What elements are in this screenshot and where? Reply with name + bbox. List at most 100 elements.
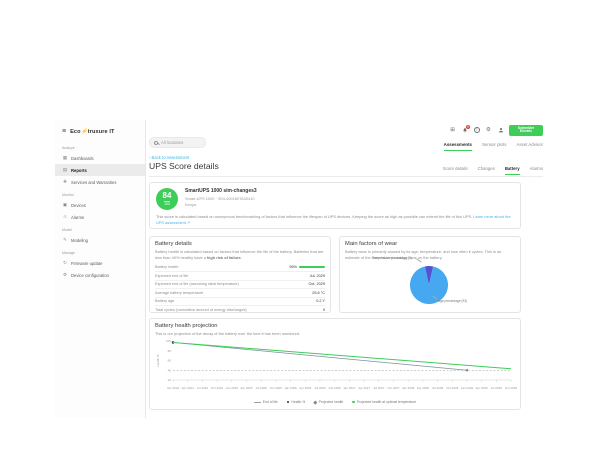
reports-icon: ▤ [62, 167, 68, 173]
battery-health-projection-card: Battery health projection This is our pr… [149, 318, 521, 410]
topbar-icons: ⊞ 9 ? ⚙ Schneider Electric [449, 125, 543, 136]
search-placeholder: All locations [161, 140, 183, 145]
svg-text:Jan 2029: Jan 2029 [461, 386, 474, 390]
tab-alarms[interactable]: Alarms [530, 166, 543, 175]
svg-text:Jan 2025: Jan 2025 [226, 386, 239, 390]
table-row: Expected end of life (assuming ideal tem… [155, 281, 325, 290]
device-model-serial: Smart-UPS 1000 · 3S4-000180TA00410 [185, 196, 257, 201]
brand-logo[interactable]: Eco⚡truxure IT [70, 129, 114, 135]
back-to-assessment-link[interactable]: ‹ Back to Assessment [149, 155, 189, 160]
legend-label: Projected health at optimal temperature [357, 400, 416, 404]
row-label: Average battery temperature [155, 291, 203, 295]
svg-text:Apr 2028: Apr 2028 [417, 386, 430, 390]
legend-marker-icon [287, 401, 290, 404]
svg-text:80: 80 [168, 349, 172, 353]
sidebar-group-analyze: Analyze [55, 141, 145, 152]
pie-label-temperature: Temperature percentage (7) [372, 256, 412, 260]
help-icon[interactable]: ? [473, 127, 480, 134]
svg-text:Oct 2026: Oct 2026 [329, 386, 342, 390]
tab-score-details[interactable]: Score details [443, 166, 468, 175]
series-projected-health [173, 343, 467, 371]
score-row: 84 100 SmartUPS 1000 sim-changes3 Smart-… [156, 188, 514, 210]
tab-battery[interactable]: Battery [505, 166, 520, 175]
location-search-input[interactable]: All locations [149, 137, 206, 148]
svg-text:Oct 2027: Oct 2027 [387, 386, 400, 390]
row-value: 0.2 Y [316, 299, 325, 303]
device-name: SmartUPS 1000 sim-changes3 [185, 188, 257, 194]
search-icon [154, 141, 158, 145]
legend-label: Health % [291, 400, 305, 404]
battery-health-value: 96% [289, 265, 297, 269]
battery-details-rows: Battery health 96% Expected end of life … [155, 263, 325, 314]
row-label: Expected end of life (assuming ideal tem… [155, 282, 239, 286]
chart-legend: End of life Health % Projected health Proje… [155, 400, 515, 404]
sidebar-item-modeling[interactable]: ✎ Modeling [55, 234, 145, 246]
alarms-icon: ⚠ [62, 214, 68, 220]
notifications-bell-icon[interactable]: 9 [461, 127, 468, 134]
battery-desc-bold: high risk of failure. [207, 255, 242, 260]
svg-text:100: 100 [166, 339, 171, 343]
notification-badge: 9 [466, 125, 470, 129]
legend-item-projected-health-at-optimal-temperature[interactable]: Projected health at optimal temperature [352, 400, 416, 404]
projection-description: This is our projection of the decay of t… [155, 331, 515, 337]
svg-text:Apr 2026: Apr 2026 [299, 386, 312, 390]
tab-changes[interactable]: Changes [478, 166, 495, 175]
user-avatar-icon[interactable] [497, 127, 504, 134]
apps-grid-icon[interactable]: ⊞ [449, 127, 456, 134]
legend-item-projected-health[interactable]: Projected health [314, 400, 343, 404]
header-divider [149, 176, 543, 177]
primary-tabs: Assessments Sensor plots Asset Advisor [444, 142, 543, 151]
battery-health-projection-chart[interactable]: Jan 2024Apr 2024Jul 2024Oct 2024Jan 2025… [155, 338, 517, 394]
tab-sensor-plots[interactable]: Sensor plots [482, 142, 506, 151]
secondary-tabs: Score details Changes Battery Alarms [443, 166, 543, 175]
sidebar-group-model: Model [55, 223, 145, 234]
row-value: 25.6 °C [312, 291, 325, 295]
svg-text:Jan 2027: Jan 2027 [343, 386, 356, 390]
brand-post: truxure IT [88, 129, 115, 135]
row-label: Total cycles (cumulative amount of energ… [155, 308, 247, 312]
wear-card-description: Battery wear is primarily caused by its … [345, 249, 515, 260]
legend-item-health-[interactable]: Health % [287, 400, 305, 404]
score-denominator: 100 [164, 201, 170, 207]
settings-gear-icon[interactable]: ⚙ [485, 127, 492, 134]
device-configuration-icon: ⚙ [62, 272, 68, 278]
svg-text:Jul 2027: Jul 2027 [373, 386, 385, 390]
modeling-icon: ✎ [62, 237, 68, 243]
wear-card-title: Main factors of wear [345, 241, 515, 247]
row-value: 96% [289, 265, 325, 269]
sidebar-item-label: Dashboards [71, 156, 94, 161]
table-row: Total cycles (cumulative amount of energ… [155, 306, 325, 314]
row-value: Oct, 2029 [309, 282, 325, 286]
device-info: SmartUPS 1000 sim-changes3 Smart-UPS 100… [185, 188, 257, 210]
legend-marker-icon [352, 401, 355, 404]
sidebar-item-services-warranties[interactable]: ❖ Services and Warranties [55, 176, 145, 188]
svg-text:Jul 2029: Jul 2029 [491, 386, 503, 390]
sidebar-item-devices[interactable]: ▣ Devices [55, 199, 145, 211]
sidebar-item-firmware-update[interactable]: ↻ Firmware update [55, 257, 145, 269]
legend-item-end-of-life[interactable]: End of life [254, 400, 278, 404]
app-window: ≡ Eco⚡truxure IT Analyze ▦ Dashboards ▤ … [55, 120, 545, 418]
sidebar-item-alarms[interactable]: ⚠ Alarms [55, 211, 145, 223]
sidebar-item-label: Alarms [71, 215, 84, 220]
sidebar-item-dashboards[interactable]: ▦ Dashboards [55, 152, 145, 164]
battery-details-card: Battery details Battery health is calcul… [149, 236, 331, 313]
svg-text:Oct 2025: Oct 2025 [270, 386, 283, 390]
tab-asset-advisor[interactable]: Asset Advisor [516, 142, 543, 151]
sidebar-item-device-configuration[interactable]: ⚙ Device configuration [55, 269, 145, 281]
sidebar-group-manage: Manage [55, 246, 145, 257]
user-icon [498, 127, 504, 133]
hamburger-menu-icon[interactable]: ≡ [62, 128, 66, 135]
schneider-electric-logo[interactable]: Schneider Electric [509, 125, 543, 136]
svg-text:Jul 2025: Jul 2025 [256, 386, 268, 390]
legend-label: End of life [263, 400, 278, 404]
svg-text:Oct 2028: Oct 2028 [446, 386, 459, 390]
svg-text:Jan 2026: Jan 2026 [284, 386, 297, 390]
legend-marker-icon [314, 400, 318, 404]
tab-assessments[interactable]: Assessments [444, 142, 472, 151]
svg-text:Jul 2028: Jul 2028 [432, 386, 444, 390]
devices-icon: ▣ [62, 202, 68, 208]
services-icon: ❖ [62, 179, 68, 185]
brand-pre: Eco [70, 129, 81, 135]
sidebar-item-reports[interactable]: ▤ Reports [55, 164, 145, 176]
row-value: Jul, 2029 [310, 274, 325, 278]
